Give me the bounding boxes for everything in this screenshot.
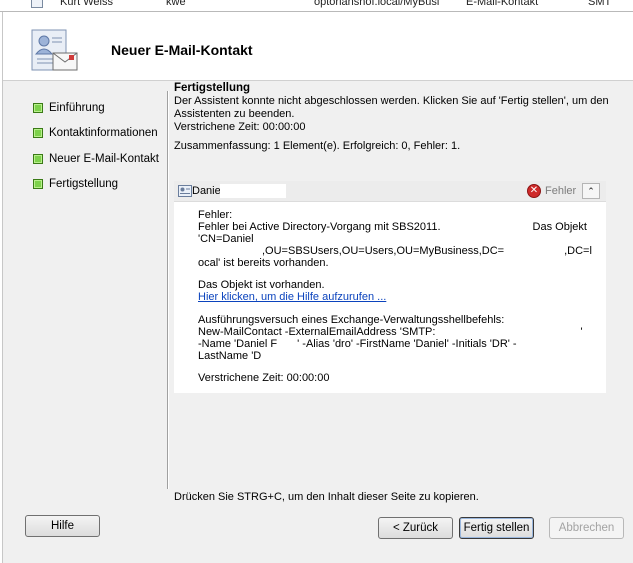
summary-line: Zusammenfassung: 1 Element(e). Erfolgrei…: [174, 139, 461, 152]
result-item-header[interactable]: Danie ✕ Fehler ⌃: [174, 181, 606, 202]
step-complete-icon: [33, 153, 43, 164]
result-details: Fehler: Fehler bei Active Directory-Vorg…: [198, 209, 602, 384]
result-item-name: Danie: [192, 185, 221, 197]
error-icon: ✕: [527, 184, 541, 198]
status-message: Der Assistent konnte nicht abgeschlossen…: [174, 95, 609, 107]
result-panel[interactable]: Danie ✕ Fehler ⌃ Fehler: Fehler bei Acti…: [174, 181, 606, 393]
step-complete-icon: [33, 128, 43, 139]
step-label: Einführung: [49, 102, 105, 114]
command-line3: LastName 'Dx: [198, 350, 602, 362]
collapse-button[interactable]: ⌃: [582, 183, 600, 199]
bg-cell-type: E-Mail-Kontakt: [466, 0, 539, 8]
step-neuer-kontakt: Neuer E-Mail-Kontakt: [33, 151, 165, 167]
mail-contact-icon: [31, 29, 78, 71]
step-complete-icon: [33, 103, 43, 113]
step-einfuehrung: Einführung: [33, 100, 165, 116]
error-text-line3: x,OU=SBSUsers,OU=Users,OU=MyBusiness,DC=…: [198, 245, 602, 257]
bg-cell-address: SMT: [588, 0, 612, 8]
result-status: Fehler: [545, 185, 577, 197]
back-button[interactable]: < Zurück: [378, 517, 453, 539]
step-fertigstellung: Fertigstellung: [33, 176, 165, 192]
wizard-header: Neuer E-Mail-Kontakt: [3, 12, 633, 81]
step-label: Neuer E-Mail-Kontakt: [49, 152, 159, 165]
step-label: Kontaktinformationen: [49, 127, 158, 140]
cancel-button[interactable]: Abbrechen: [549, 517, 624, 539]
bg-cell-ou: optorianshof.local/MyBusi: [314, 0, 440, 8]
error-text-line2: 'CN=Daniel: [198, 233, 254, 245]
bg-cell-alias: kwe: [166, 0, 186, 8]
error-text-line4: ocal' ist bereits vorhanden.: [198, 257, 329, 269]
wizard-title: Neuer E-Mail-Kontakt: [111, 42, 253, 58]
contact-card-icon: [178, 185, 192, 197]
step-kontaktinformationen: Kontaktinformationen: [33, 125, 165, 141]
step-label: Fertigstellung: [49, 177, 119, 190]
wizard-steps: Einführung Kontaktinformationen Neuer E-…: [33, 100, 165, 201]
finish-button[interactable]: Fertig stellen: [459, 517, 534, 539]
copy-hint: Drücken Sie STRG+C, um den Inhalt dieser…: [174, 491, 479, 503]
background-list-row: Kurt Weiss kwe optorianshof.local/MyBusi…: [0, 0, 633, 12]
vertical-divider: [167, 91, 169, 489]
redacted-area: [220, 184, 286, 198]
attempt-heading: Ausführungsversuch eines Exchange-Verwal…: [198, 314, 505, 326]
error-heading: Fehler:: [198, 209, 233, 221]
completion-page: Fertigstellung Der Assistent konnte nich…: [174, 82, 614, 152]
command-line1: New-MailContact -ExternalEmailAddress 'S…: [198, 326, 583, 338]
help-link[interactable]: Hier klicken, um die Hilfe aufzurufen ..…: [198, 291, 602, 303]
status-message-cont: Assistenten zu beenden.: [174, 107, 295, 120]
error-text-line1: Fehler bei Active Directory-Vorgang mit …: [198, 221, 587, 233]
bg-cell-name: Kurt Weiss: [60, 0, 113, 8]
section-title: Fertigstellung: [174, 82, 251, 94]
row-contact-icon: [31, 0, 43, 8]
help-button[interactable]: Hilfe: [25, 515, 100, 537]
step-complete-icon: [33, 178, 43, 189]
elapsed-time: Verstrichene Zeit: 00:00:00: [174, 121, 306, 133]
command-line2: -Name 'Daniel Fx' -Alias 'dro' -FirstNam…: [198, 338, 517, 350]
object-exists-text: Das Objekt ist vorhanden.: [198, 279, 325, 291]
result-elapsed-time: Verstrichene Zeit: 00:00:00: [198, 372, 330, 384]
